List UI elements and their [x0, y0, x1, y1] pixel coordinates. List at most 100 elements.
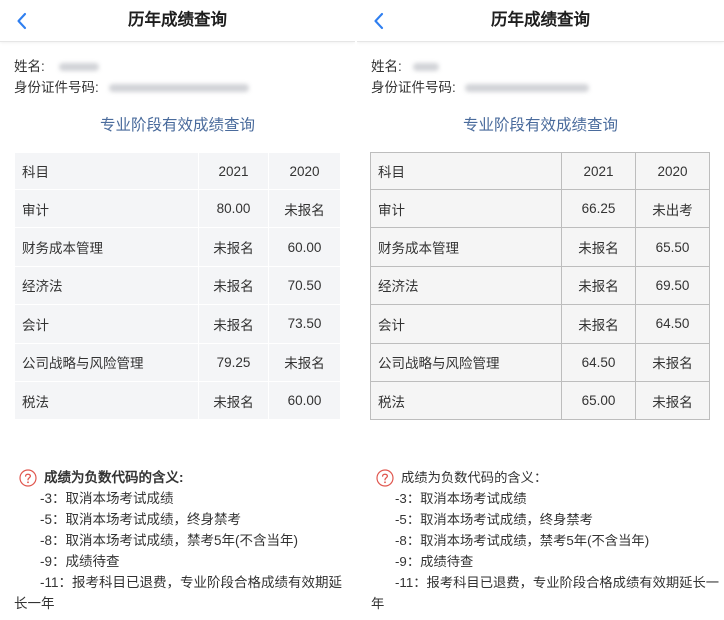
note-item: -3：取消本场考试成绩	[40, 491, 174, 507]
back-button[interactable]	[370, 11, 386, 31]
score-cell: 未报名	[268, 188, 341, 229]
score-cell: 80.00	[198, 188, 269, 229]
id-row: 身份证件号码:	[371, 77, 724, 98]
nav-header: 历年成绩查询	[357, 0, 724, 42]
note-item: -9：成绩待查	[40, 554, 120, 570]
column-header-year: 2021	[198, 152, 269, 190]
name-label: 姓名:	[371, 59, 402, 74]
table-head: 科目 2021 2020	[14, 152, 341, 190]
column-header-year: 2020	[268, 152, 341, 190]
table-header-row: 科目 2021 2020	[370, 152, 710, 190]
table-body: 审计 80.00 未报名 财务成本管理 未报名 60.00 经济法 未报名 70…	[14, 188, 341, 421]
score-cell: 64.50	[635, 304, 710, 344]
notes-heading: 成绩为负数代码的含义:	[44, 470, 184, 486]
score-cell: 70.50	[268, 265, 341, 306]
name-value-redacted	[58, 62, 99, 71]
note-item: -3：取消本场考试成绩	[395, 491, 527, 507]
score-cell: 未报名	[561, 265, 636, 306]
subject-cell: 审计	[14, 188, 199, 229]
table-row: 财务成本管理 未报名 65.50	[370, 227, 710, 267]
nav-header: 历年成绩查询	[0, 0, 355, 42]
notes-section: 成绩为负数代码的含义: -3：取消本场考试成绩 -5：取消本场考试成绩，终身禁考…	[0, 467, 355, 614]
profile-info: 姓名: 身份证件号码:	[357, 56, 724, 98]
column-header-subject: 科目	[370, 152, 562, 190]
name-value-redacted	[412, 62, 439, 71]
table-body: 审计 66.25 未出考 财务成本管理 未报名 65.50 经济法 未报名 69…	[370, 188, 710, 421]
table-row: 公司战略与风险管理 79.25 未报名	[14, 342, 341, 382]
table-row: 经济法 未报名 70.50	[14, 265, 341, 306]
id-row: 身份证件号码:	[14, 77, 355, 98]
name-row: 姓名:	[14, 56, 355, 77]
table-row: 税法 未报名 60.00	[14, 380, 341, 421]
subject-cell: 财务成本管理	[370, 227, 562, 267]
score-cell: 未报名	[198, 265, 269, 306]
back-button[interactable]	[13, 11, 29, 31]
table-head: 科目 2021 2020	[370, 152, 710, 190]
column-header-year: 2021	[561, 152, 636, 190]
note-item: -9：成绩待查	[395, 554, 474, 570]
subject-cell: 经济法	[370, 265, 562, 306]
table-row: 会计 未报名 73.50	[14, 304, 341, 344]
subject-cell: 财务成本管理	[14, 227, 199, 267]
subject-cell: 公司战略与风险管理	[370, 342, 562, 382]
score-cell: 未报名	[561, 227, 636, 267]
table-row: 经济法 未报名 69.50	[370, 265, 710, 306]
notes-heading: 成绩为负数代码的含义：	[401, 470, 548, 486]
section-title: 专业阶段有效成绩查询	[462, 117, 618, 134]
score-cell: 未报名	[198, 304, 269, 344]
subject-cell: 会计	[370, 304, 562, 344]
score-cell: 未报名	[198, 227, 269, 267]
page-title: 历年成绩查询	[128, 11, 227, 29]
notes-section: 成绩为负数代码的含义： -3：取消本场考试成绩 -5：取消本场考试成绩，终身禁考…	[357, 467, 724, 614]
table-row: 公司战略与风险管理 64.50 未报名	[370, 342, 710, 382]
subject-cell: 税法	[14, 380, 199, 421]
score-cell: 未报名	[635, 342, 710, 382]
id-value-redacted	[108, 83, 249, 92]
score-cell: 79.25	[198, 342, 269, 382]
score-cell: 65.50	[635, 227, 710, 267]
score-query-screen-left: 历年成绩查询 姓名: 身份证件号码: 专业阶段有效成绩查询 科目 2021 20…	[0, 0, 355, 620]
chevron-left-icon	[373, 12, 383, 30]
score-cell: 66.25	[561, 188, 636, 229]
score-cell: 69.50	[635, 265, 710, 306]
name-label: 姓名:	[14, 59, 45, 74]
id-label: 身份证件号码:	[371, 80, 456, 95]
id-value-redacted	[464, 83, 589, 92]
note-item: -5：取消本场考试成绩，终身禁考	[395, 512, 593, 528]
subject-cell: 经济法	[14, 265, 199, 306]
score-cell: 73.50	[268, 304, 341, 344]
name-row: 姓名:	[371, 56, 724, 77]
id-label: 身份证件号码:	[14, 80, 99, 95]
column-header-subject: 科目	[14, 152, 199, 190]
score-cell: 未报名	[268, 342, 341, 382]
score-cell: 60.00	[268, 227, 341, 267]
question-circle-icon	[19, 469, 37, 487]
note-item: -11：报考科目已退费，专业阶段合格成绩有效期延长一年	[14, 575, 343, 612]
question-circle-icon	[376, 469, 394, 487]
score-cell: 60.00	[268, 380, 341, 421]
profile-info: 姓名: 身份证件号码:	[0, 56, 355, 98]
note-item: -5：取消本场考试成绩，终身禁考	[40, 512, 242, 528]
table-row: 税法 65.00 未报名	[370, 380, 710, 421]
score-cell: 未报名	[198, 380, 269, 421]
score-table: 科目 2021 2020 审计 66.25 未出考 财务成本管理 未报名 65.…	[370, 152, 710, 421]
score-cell: 未报名	[561, 304, 636, 344]
score-query-screen-right: 历年成绩查询 姓名: 身份证件号码: 专业阶段有效成绩查询 科目 2021 20…	[357, 0, 724, 620]
subject-cell: 税法	[370, 380, 562, 421]
score-table: 科目 2021 2020 审计 80.00 未报名 财务成本管理 未报名 60.…	[14, 152, 341, 421]
note-item: -8：取消本场考试成绩，禁考5年(不含当年)	[40, 533, 299, 549]
chevron-left-icon	[16, 12, 26, 30]
note-item: -11：报考科目已退费，专业阶段合格成绩有效期延长一年	[371, 575, 720, 612]
table-header-row: 科目 2021 2020	[14, 152, 341, 190]
notes-heading-row: 成绩为负数代码的含义：	[371, 467, 724, 488]
table-row: 审计 66.25 未出考	[370, 188, 710, 229]
subject-cell: 会计	[14, 304, 199, 344]
note-item: -8：取消本场考试成绩，禁考5年(不含当年)	[395, 533, 650, 549]
section-title: 专业阶段有效成绩查询	[99, 117, 255, 134]
table-row: 审计 80.00 未报名	[14, 188, 341, 229]
notes-heading-row: 成绩为负数代码的含义:	[14, 467, 354, 488]
column-header-year: 2020	[635, 152, 710, 190]
score-cell: 64.50	[561, 342, 636, 382]
page-title: 历年成绩查询	[491, 11, 590, 29]
subject-cell: 公司战略与风险管理	[14, 342, 199, 382]
